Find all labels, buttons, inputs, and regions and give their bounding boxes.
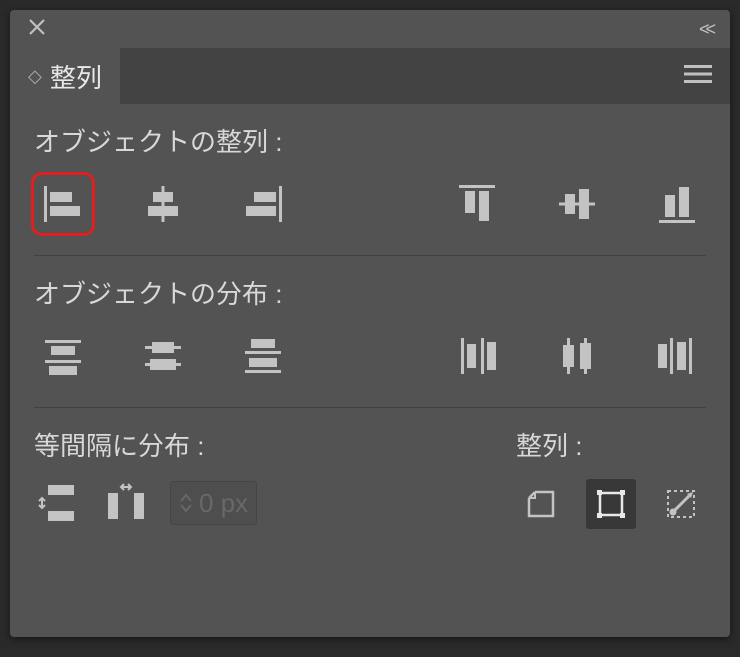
tab-label: 整列 <box>50 58 102 95</box>
distribute-objects-row <box>34 327 706 385</box>
section-label-align-to: 整列 : <box>516 426 706 463</box>
panel-menu-icon[interactable] <box>666 54 730 99</box>
titlebar: << <box>10 10 730 48</box>
panel-content: オブジェクトの整列 : <box>10 104 730 637</box>
align-top-icon[interactable] <box>448 175 506 233</box>
align-right-icon[interactable] <box>234 175 292 233</box>
bottom-row: 等間隔に分布 : <box>34 426 706 529</box>
tab-align[interactable]: ◇ 整列 <box>10 44 120 109</box>
distribute-bottom-icon[interactable] <box>234 327 292 385</box>
distribute-left-icon[interactable] <box>448 327 506 385</box>
divider <box>34 255 706 256</box>
section-label-distribute-objects: オブジェクトの分布 : <box>34 274 706 311</box>
align-objects-row <box>34 175 706 233</box>
distribute-vertical-center-icon[interactable] <box>134 327 192 385</box>
align-left-icon[interactable] <box>34 175 92 233</box>
align-to-key-object-icon[interactable] <box>656 479 706 529</box>
align-panel: << ◇ 整列 オブジェクトの整列 : <box>10 10 730 637</box>
divider <box>34 407 706 408</box>
section-label-distribute-spacing: 等間隔に分布 : <box>34 426 257 463</box>
distribute-horizontal-center-icon[interactable] <box>548 327 606 385</box>
align-to-selection-icon[interactable] <box>586 479 636 529</box>
collapse-panel-icon[interactable]: << <box>691 15 720 44</box>
spacing-value: 0 px <box>199 488 248 519</box>
spacing-value-input: 0 px <box>170 481 257 525</box>
distribute-horizontal-spacing-icon[interactable] <box>102 479 150 527</box>
align-vertical-center-icon[interactable] <box>548 175 606 233</box>
section-label-align-objects: オブジェクトの整列 : <box>34 122 706 159</box>
tabbar: ◇ 整列 <box>10 48 730 104</box>
distribute-top-icon[interactable] <box>34 327 92 385</box>
close-icon[interactable] <box>20 12 54 46</box>
align-horizontal-center-icon[interactable] <box>134 175 192 233</box>
align-to-artboard-icon[interactable] <box>516 479 566 529</box>
tab-handle-icon: ◇ <box>28 67 42 85</box>
distribute-right-icon[interactable] <box>648 327 706 385</box>
align-bottom-icon[interactable] <box>648 175 706 233</box>
distribute-vertical-spacing-icon[interactable] <box>34 479 82 527</box>
spinner-icon <box>179 493 193 513</box>
